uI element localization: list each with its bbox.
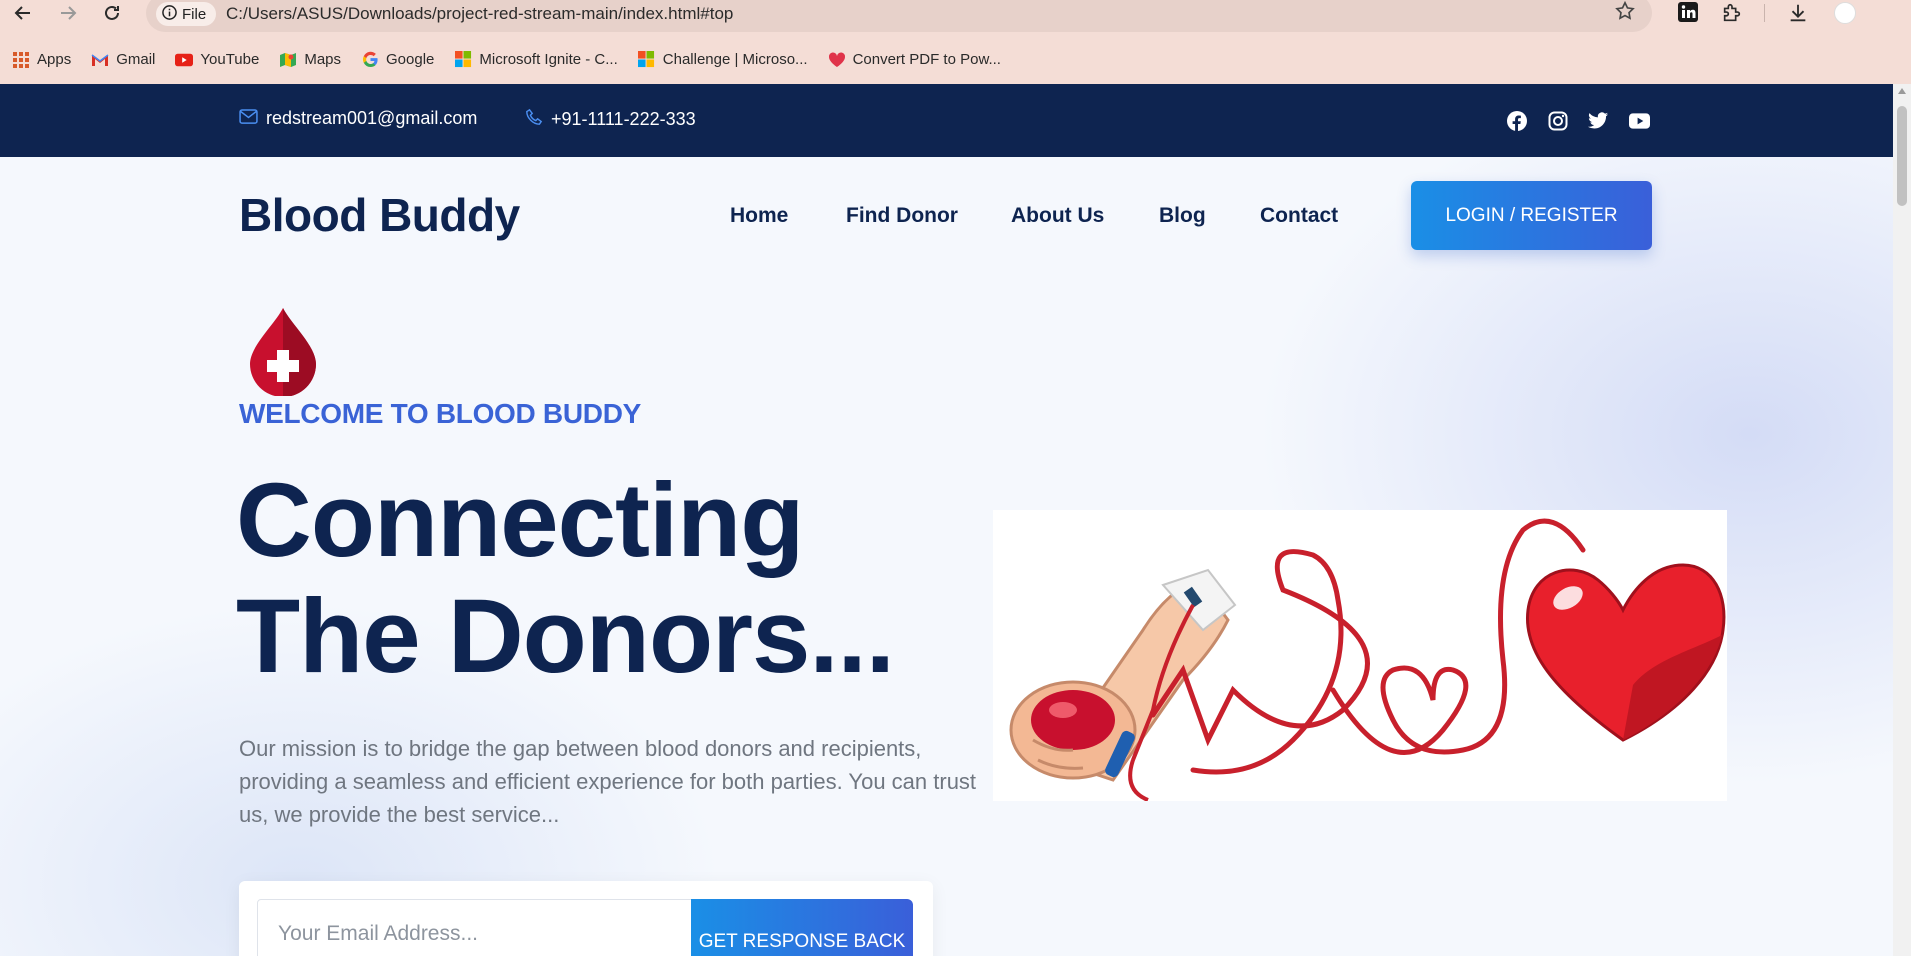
bookmark-label: Challenge | Microso... (662, 51, 808, 68)
email-subscribe-form: GET RESPONSE BACK (239, 881, 933, 956)
nav-blog[interactable]: Blog (1159, 204, 1206, 228)
microsoft-icon (638, 51, 656, 69)
bookmark-challenge-microsoft[interactable]: Challenge | Microso... (638, 51, 808, 69)
bookmark-youtube[interactable]: YouTube (175, 51, 259, 69)
bookmark-maps[interactable]: Maps (279, 51, 341, 69)
hero-title-line-2: The Donors... (236, 578, 895, 695)
youtube-icon[interactable] (1629, 110, 1650, 131)
site-logo[interactable]: Blood Buddy (239, 188, 520, 242)
gmail-icon (91, 51, 109, 69)
microsoft-icon (454, 51, 472, 69)
url-text[interactable]: C:/Users/ASUS/Downloads/project-red-stre… (226, 4, 733, 24)
bookmark-convert-pdf[interactable]: Convert PDF to Pow... (828, 51, 1001, 69)
bookmark-star-icon[interactable] (1614, 0, 1636, 27)
apps-grid-icon (12, 51, 30, 69)
bookmarks-bar: Apps Gmail YouTube Maps Google Microsoft… (0, 35, 1911, 84)
phone-text: +91-1111-222-333 (551, 109, 696, 129)
google-icon (361, 51, 379, 69)
bookmark-google[interactable]: Google (361, 51, 434, 69)
nav-contact[interactable]: Contact (1260, 204, 1338, 228)
instagram-icon[interactable] (1547, 110, 1568, 131)
login-register-button[interactable]: LOGIN / REGISTER (1411, 181, 1652, 250)
back-icon[interactable] (8, 0, 38, 26)
nav-home[interactable]: Home (730, 204, 788, 228)
scroll-thumb[interactable] (1897, 106, 1907, 206)
email-text: redstream001@gmail.com (266, 108, 478, 128)
welcome-subtitle: WELCOME TO BLOOD BUDDY (239, 398, 641, 429)
phone-contact[interactable]: +91-1111-222-333 (525, 108, 696, 131)
scroll-up-arrow-icon[interactable] (1898, 88, 1906, 94)
download-icon[interactable] (1786, 0, 1810, 26)
address-bar[interactable]: File C:/Users/ASUS/Downloads/project-red… (146, 0, 1652, 32)
email-input[interactable] (257, 899, 697, 956)
bookmark-label: Gmail (116, 51, 156, 68)
blood-drop-icon (248, 306, 318, 401)
info-icon (162, 4, 177, 24)
blood-donation-illustration (993, 510, 1727, 802)
reload-icon[interactable] (97, 0, 127, 26)
twitter-icon[interactable] (1588, 110, 1609, 131)
bookmark-label: Apps (37, 51, 72, 68)
web-page: redstream001@gmail.com +91-1111-222-333 … (0, 84, 1893, 956)
hero-title-line-1: Connecting (236, 462, 804, 579)
mission-text: Our mission is to bridge the gap between… (239, 736, 977, 827)
linkedin-extension-icon[interactable] (1676, 0, 1700, 26)
bookmark-label: Maps (304, 51, 342, 68)
social-links (1506, 110, 1650, 131)
mail-icon (239, 108, 258, 129)
forward-icon[interactable] (53, 0, 83, 26)
bookmark-label: Convert PDF to Pow... (852, 51, 1001, 68)
bookmark-apps[interactable]: Apps (12, 51, 71, 69)
extensions-puzzle-icon[interactable] (1720, 0, 1744, 26)
profile-avatar[interactable] (1832, 0, 1858, 26)
toolbar-divider (1764, 4, 1765, 22)
bookmark-label: Google (386, 51, 435, 68)
facebook-icon[interactable] (1506, 110, 1527, 131)
bookmark-microsoft-ignite[interactable]: Microsoft Ignite - C... (454, 51, 618, 69)
contact-topbar: redstream001@gmail.com +91-1111-222-333 (0, 84, 1893, 157)
heart-icon (828, 51, 846, 69)
maps-icon (279, 51, 297, 69)
nav-about-us[interactable]: About Us (1011, 204, 1104, 228)
bookmark-label: Microsoft Ignite - C... (479, 51, 618, 68)
page-scrollbar[interactable] (1893, 84, 1911, 956)
site-info-label: File (182, 5, 207, 23)
email-contact[interactable]: redstream001@gmail.com (239, 108, 477, 129)
get-response-button[interactable]: GET RESPONSE BACK (691, 899, 913, 956)
youtube-icon (175, 51, 194, 69)
nav-find-donor[interactable]: Find Donor (846, 204, 958, 228)
bookmark-label: YouTube (200, 51, 260, 68)
browser-toolbar: File C:/Users/ASUS/Downloads/project-red… (0, 0, 1911, 35)
bookmark-gmail[interactable]: Gmail (91, 51, 155, 69)
phone-icon (525, 108, 543, 131)
site-info-chip[interactable]: File (156, 2, 217, 26)
